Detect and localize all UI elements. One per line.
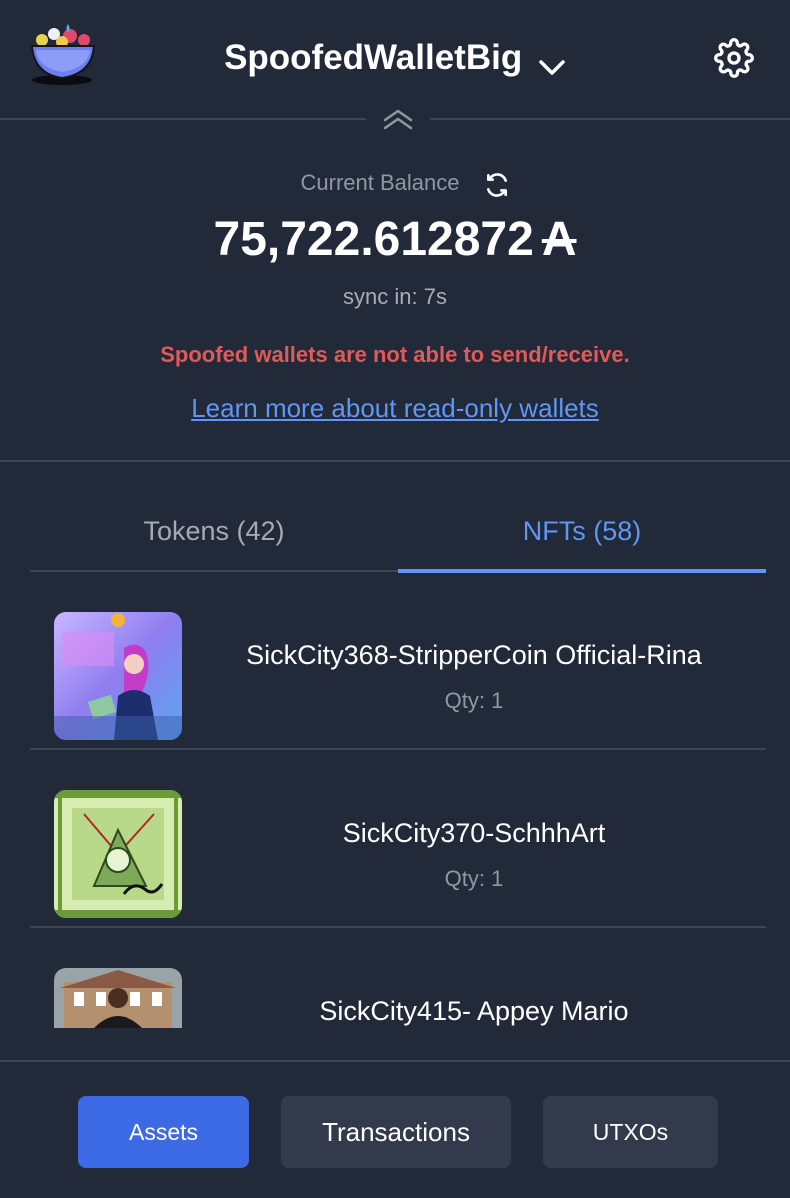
gear-icon[interactable] <box>714 38 754 78</box>
balance-label-row: Current Balance <box>0 170 790 196</box>
header-divider-left <box>0 118 366 120</box>
section-divider <box>0 460 790 462</box>
currency-symbol: A <box>541 213 577 266</box>
wallet-name: SpoofedWalletBig <box>224 37 523 77</box>
asset-tabs: Tokens (42) NFTs (58) <box>30 500 766 573</box>
nft-list: SickCity368-StripperCoin Official-Rina Q… <box>30 572 766 1060</box>
tab-nfts[interactable]: NFTs (58) <box>398 500 766 570</box>
wallet-selector[interactable]: SpoofedWalletBig <box>0 36 790 78</box>
footer-nav: Assets Transactions UTXOs <box>0 1060 790 1198</box>
balance-amount: 75,722.612872 <box>213 213 534 266</box>
nft-thumbnail <box>54 612 182 740</box>
nft-name: SickCity368-StripperCoin Official-Rina <box>246 640 702 670</box>
nft-thumbnail <box>54 968 182 1028</box>
nft-qty: Qty: 1 <box>444 688 504 713</box>
balance-label: Current Balance <box>300 170 460 195</box>
balance-amount-row: 75,722.612872 A <box>0 212 790 267</box>
nft-thumbnail <box>54 790 182 918</box>
tab-tokens[interactable]: Tokens (42) <box>30 500 398 570</box>
header: SpoofedWalletBig <box>0 0 790 118</box>
spoofed-warning: Spoofed wallets are not able to send/rec… <box>160 342 630 367</box>
utxos-button[interactable]: UTXOs <box>543 1096 718 1168</box>
assets-button[interactable]: Assets <box>78 1096 249 1168</box>
double-chevron-up-icon[interactable] <box>379 106 417 134</box>
nft-name: SickCity415- Appey Mario <box>319 996 629 1026</box>
header-divider-right <box>430 118 790 120</box>
list-item[interactable]: SickCity370-SchhhArt Qty: 1 <box>30 750 766 928</box>
sync-status: sync in: 7s <box>343 284 447 309</box>
list-item[interactable]: SickCity415- Appey Mario <box>30 928 766 1060</box>
nft-qty: Qty: 1 <box>444 866 504 891</box>
transactions-button[interactable]: Transactions <box>281 1096 511 1168</box>
chevron-down-icon <box>538 47 566 75</box>
read-only-wallets-link[interactable]: Learn more about read-only wallets <box>0 393 790 424</box>
nft-name: SickCity370-SchhhArt <box>342 818 606 848</box>
refresh-icon[interactable] <box>484 172 510 198</box>
list-item[interactable]: SickCity368-StripperCoin Official-Rina Q… <box>30 572 766 750</box>
